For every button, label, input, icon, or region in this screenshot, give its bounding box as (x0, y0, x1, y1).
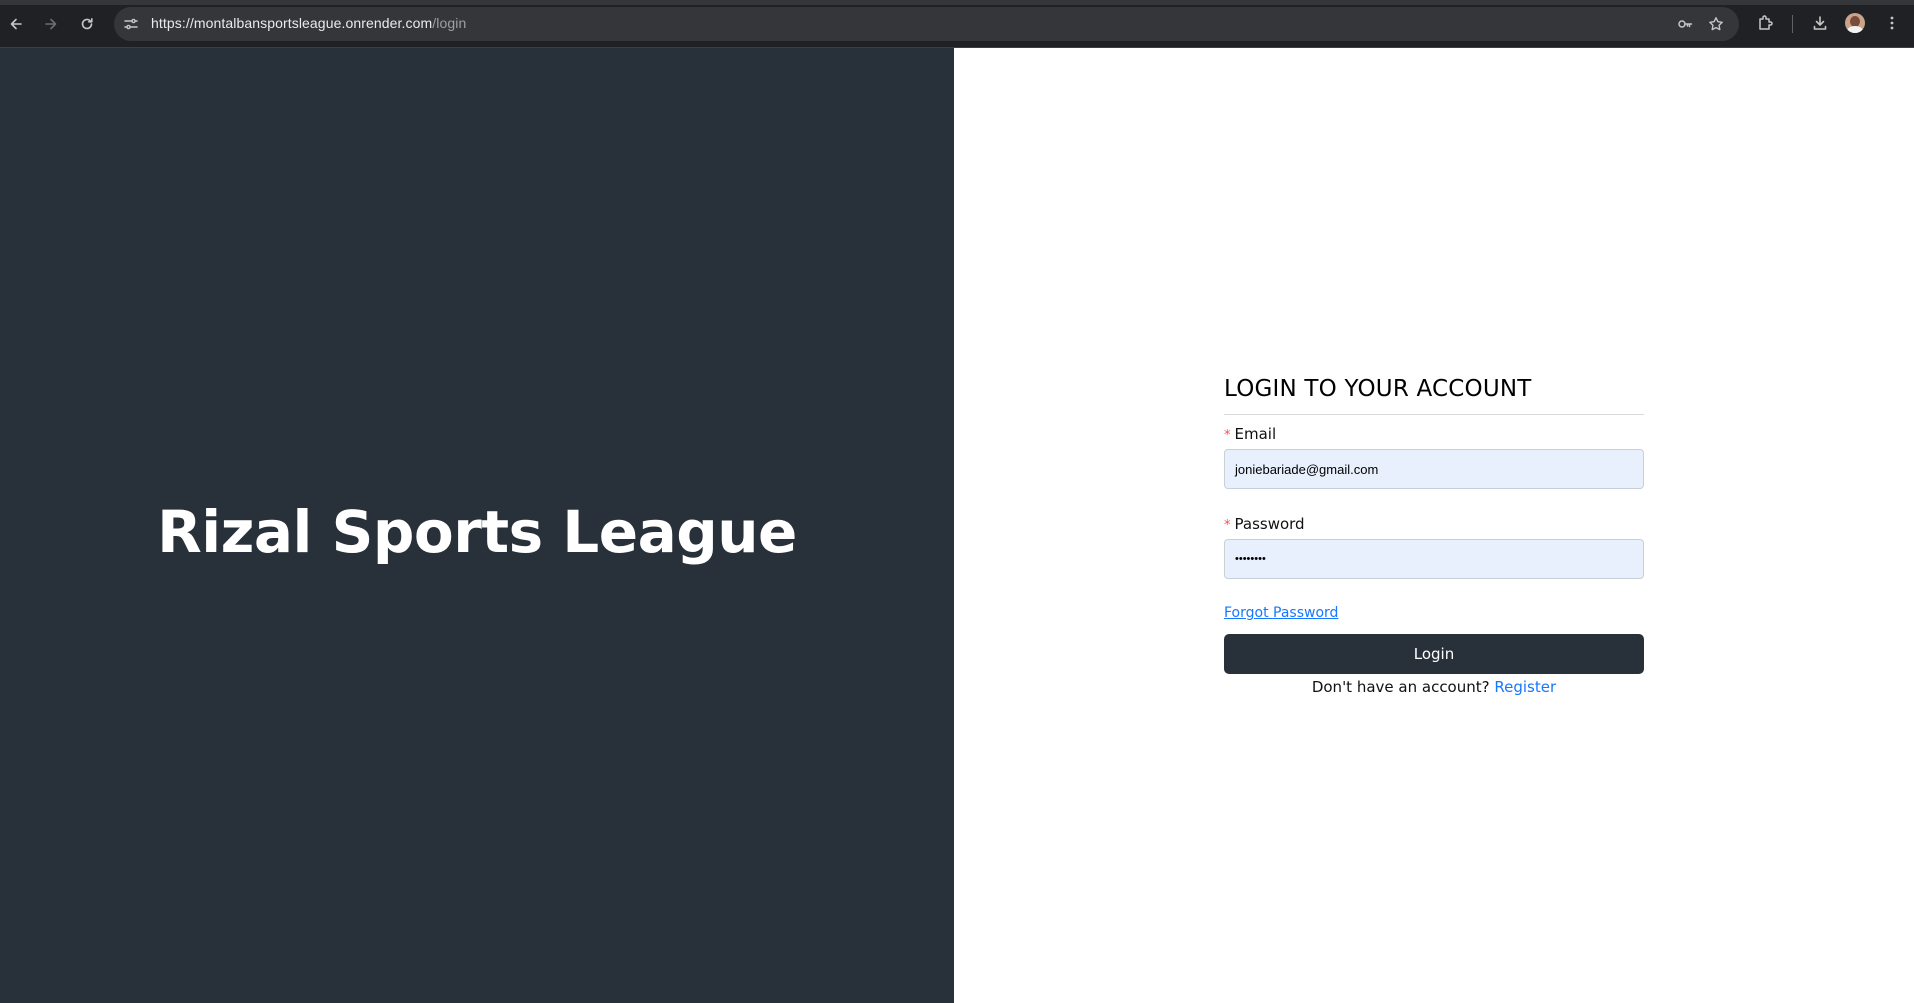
login-button[interactable]: Login (1224, 634, 1644, 674)
download-icon[interactable] (1811, 14, 1829, 32)
register-link[interactable]: Register (1494, 678, 1556, 696)
login-panel: LOGIN TO YOUR ACCOUNT * Email joniebariad… (954, 48, 1914, 1003)
extensions-icon[interactable] (1757, 14, 1775, 32)
forward-button[interactable] (39, 12, 63, 36)
bookmark-star-icon[interactable] (1708, 16, 1724, 32)
url-host: https://montalbansportsleague.onrender.c… (151, 15, 433, 31)
field-spacer (1224, 489, 1644, 515)
forgot-password-link[interactable]: Forgot Password (1224, 605, 1338, 621)
avatar-body (1847, 26, 1863, 33)
address-bar[interactable]: https://montalbansportsleague.onrender.c… (114, 7, 1739, 41)
form-heading: LOGIN TO YOUR ACCOUNT (1224, 376, 1644, 415)
profile-avatar[interactable] (1845, 13, 1865, 33)
brand-title: Rizal Sports League (157, 497, 797, 566)
password-label: * Password (1224, 515, 1644, 533)
password-key-icon[interactable] (1677, 16, 1693, 32)
required-marker: * (1224, 428, 1231, 443)
site-settings-icon[interactable] (123, 16, 139, 32)
login-form: LOGIN TO YOUR ACCOUNT * Email joniebariad… (1224, 376, 1644, 696)
brand-panel: Rizal Sports League (0, 48, 954, 1003)
url-text[interactable]: https://montalbansportsleague.onrender.c… (151, 15, 466, 31)
email-label-text: Email (1234, 425, 1277, 443)
reload-button[interactable] (75, 12, 99, 36)
more-menu-icon[interactable] (1883, 14, 1901, 32)
toolbar-divider (1792, 15, 1793, 33)
required-marker: * (1224, 518, 1231, 533)
reload-icon (81, 18, 93, 30)
password-label-text: Password (1234, 515, 1305, 533)
url-path: /login (432, 15, 467, 31)
back-button[interactable] (4, 12, 28, 36)
password-field[interactable]: •••••••• (1224, 539, 1644, 579)
email-field[interactable]: joniebariade@gmail.com (1224, 449, 1644, 489)
forward-icon (45, 18, 57, 30)
no-account-text: Don't have an account? (1311, 678, 1490, 696)
tab-strip-edge (0, 0, 1914, 5)
register-row: Don't have an account? Register (1224, 678, 1644, 696)
email-label: * Email (1224, 425, 1644, 443)
back-icon (10, 18, 22, 30)
browser-toolbar: https://montalbansportsleague.onrender.c… (0, 0, 1914, 48)
